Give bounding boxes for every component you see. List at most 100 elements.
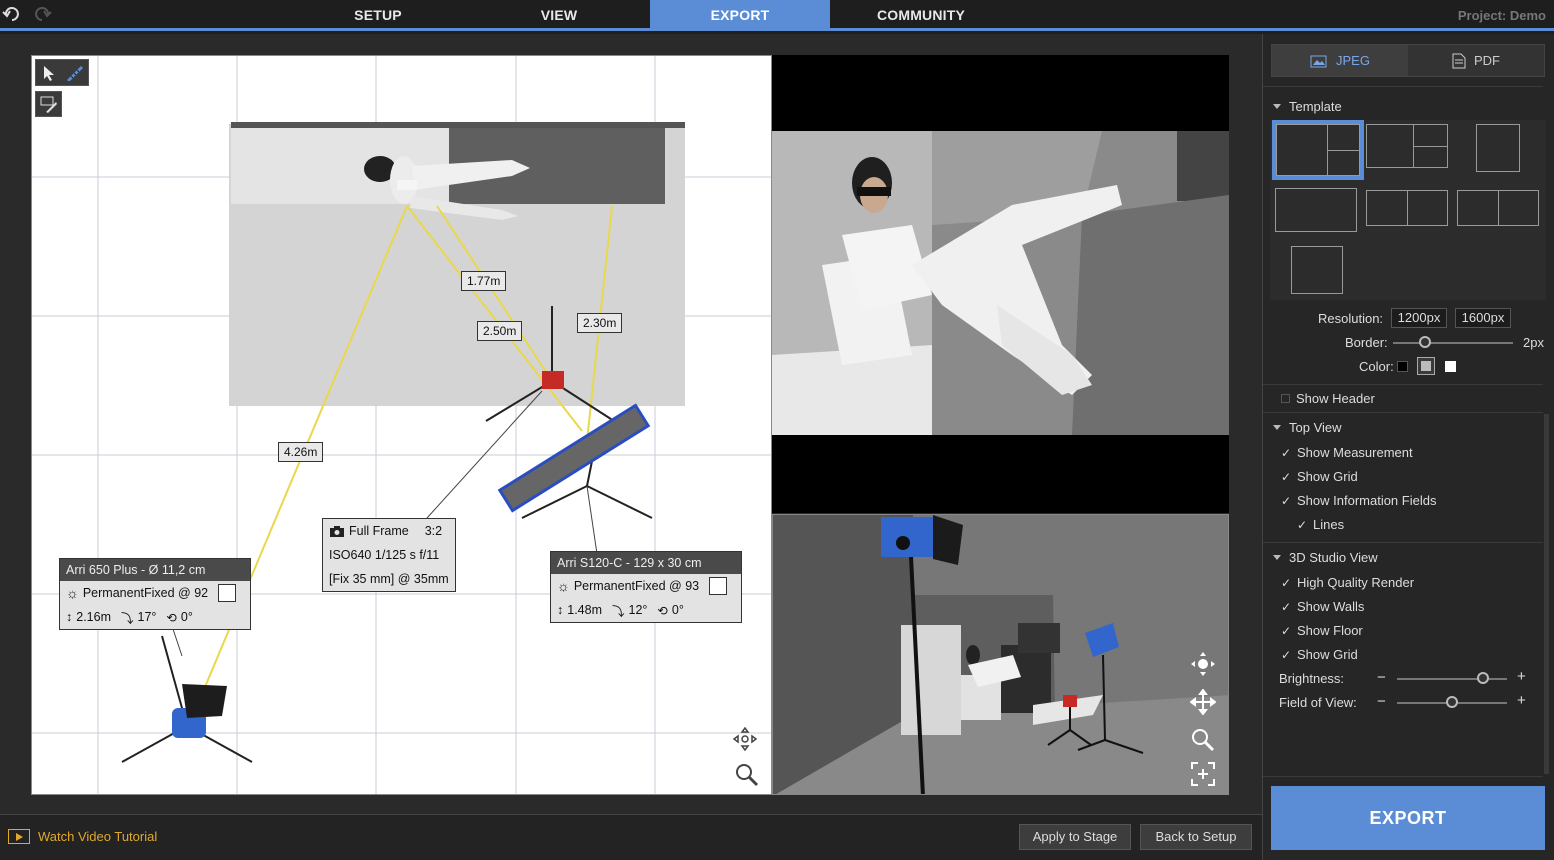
light-title: Arri 650 Plus - Ø 11,2 cm — [60, 559, 250, 581]
fov-plus-button[interactable]: + — [1517, 692, 1526, 709]
annotate-tool[interactable] — [35, 91, 62, 117]
distance-label: 2.30m — [577, 313, 623, 333]
sun-icon: ☼ — [66, 585, 79, 601]
zoom-icon[interactable] — [1190, 727, 1216, 753]
template-option[interactable] — [1272, 120, 1364, 180]
brightness-minus-button[interactable]: − — [1377, 669, 1386, 686]
collapse-icon — [1273, 104, 1281, 109]
check-icon: ✓ — [1281, 623, 1292, 638]
rotation-icon: ⟲ — [166, 610, 177, 625]
studio-render — [773, 515, 1228, 794]
fov-minus-button[interactable]: − — [1377, 693, 1386, 710]
show-walls-checkbox[interactable]: ✓ Show Walls — [1281, 599, 1364, 614]
height-icon: ↕ — [66, 610, 73, 624]
border-label: Border: — [1345, 335, 1388, 350]
high-quality-render-checkbox[interactable]: ✓ High Quality Render — [1281, 575, 1414, 590]
fit-view-icon[interactable] — [1190, 761, 1216, 787]
redo-icon[interactable] — [30, 6, 52, 24]
show-grid-checkbox[interactable]: ✓ Show Grid — [1281, 469, 1358, 484]
check-icon: ✓ — [1297, 517, 1308, 532]
color-swatch[interactable] — [709, 577, 728, 595]
tab-setup[interactable]: SETUP — [288, 0, 468, 31]
show-header-checkbox[interactable]: Show Header — [1281, 391, 1375, 406]
apply-to-stage-button[interactable]: Apply to Stage — [1019, 824, 1131, 850]
template-option[interactable] — [1366, 124, 1448, 168]
color-swatch[interactable] — [218, 584, 237, 602]
border-slider-knob[interactable] — [1419, 336, 1432, 348]
fov-slider-knob[interactable] — [1446, 696, 1458, 708]
color-gray-swatch[interactable] — [1417, 357, 1435, 375]
tab-export[interactable]: EXPORT — [650, 0, 830, 31]
tab-community[interactable]: COMMUNITY — [831, 0, 1011, 31]
border-slider[interactable] — [1393, 342, 1513, 344]
template-option[interactable] — [1366, 190, 1448, 226]
light-info-box-s120[interactable]: Arri S120-C - 129 x 30 cm ☼ PermanentFix… — [550, 551, 742, 623]
template-option[interactable] — [1291, 246, 1343, 294]
color-label: Color: — [1359, 359, 1394, 374]
ruler-icon[interactable] — [66, 65, 84, 81]
color-black-swatch[interactable] — [1397, 361, 1408, 372]
check-icon: ✓ — [1281, 575, 1292, 590]
option-label: Show Measurement — [1297, 445, 1413, 460]
collapse-icon — [1273, 555, 1281, 560]
option-label: Show Header — [1296, 391, 1375, 406]
format-jpeg-button[interactable]: JPEG — [1272, 45, 1408, 76]
lines-checkbox[interactable]: ✓ Lines — [1297, 517, 1344, 532]
format-toggle: JPEG PDF — [1271, 44, 1545, 77]
select-arrow-icon[interactable] — [43, 65, 55, 81]
studio-3d-view[interactable] — [772, 514, 1229, 795]
move-icon[interactable] — [1190, 689, 1216, 715]
project-name: Project: Demo — [1457, 8, 1546, 23]
back-to-setup-button[interactable]: Back to Setup — [1140, 824, 1252, 850]
template-option[interactable] — [1457, 190, 1539, 226]
template-option[interactable] — [1476, 124, 1520, 172]
template-option[interactable] — [1275, 188, 1357, 232]
option-label: High Quality Render — [1297, 575, 1415, 590]
light-info-box-arri650[interactable]: Arri 650 Plus - Ø 11,2 cm ☼ PermanentFix… — [59, 558, 251, 630]
top-view-section-header[interactable]: Top View — [1273, 420, 1342, 435]
border-value: 2px — [1523, 335, 1544, 350]
export-button[interactable]: EXPORT — [1271, 786, 1545, 850]
resolution-label: Resolution: — [1318, 311, 1384, 326]
pan-icon[interactable] — [732, 726, 758, 752]
studio-view-section-header[interactable]: 3D Studio View — [1273, 550, 1378, 565]
camera-info-box[interactable]: Full Frame 3:2 ISO640 1/125 s f/11 [Fix … — [322, 518, 456, 592]
top-view-canvas[interactable]: 1.77m 2.50m 2.30m 4.26m Full Frame 3:2 I… — [31, 55, 772, 795]
resolution-1200-button[interactable]: 1200px — [1391, 308, 1447, 328]
tab-view[interactable]: VIEW — [469, 0, 649, 31]
top-bar: SETUP VIEW EXPORT COMMUNITY Project: Dem… — [0, 0, 1554, 31]
light-tilt: 12° — [628, 603, 648, 617]
brightness-plus-button[interactable]: + — [1517, 668, 1526, 685]
checkbox-icon — [1281, 394, 1290, 403]
red-light-top — [542, 371, 564, 389]
show-grid-3d-checkbox[interactable]: ✓ Show Grid — [1281, 647, 1358, 662]
tilt-icon: ⤵ — [121, 611, 134, 626]
orbit-icon[interactable] — [1190, 651, 1216, 677]
show-measurement-checkbox[interactable]: ✓ Show Measurement — [1281, 445, 1413, 460]
bottom-bar: Watch Video Tutorial Apply to Stage Back… — [0, 814, 1262, 860]
collapse-icon — [1273, 425, 1281, 430]
option-label: Lines — [1313, 517, 1345, 532]
sensor-label: Full Frame — [349, 524, 409, 538]
brightness-slider-knob[interactable] — [1476, 672, 1489, 684]
undo-icon[interactable] — [2, 6, 24, 24]
light-rotation: 0° — [180, 610, 193, 624]
template-grid — [1270, 120, 1546, 300]
show-information-fields-checkbox[interactable]: ✓ Show Information Fields — [1281, 493, 1436, 508]
video-tutorial-link[interactable]: Watch Video Tutorial — [8, 829, 157, 844]
zoom-icon[interactable] — [734, 762, 760, 788]
resolution-1600-button[interactable]: 1600px — [1455, 308, 1511, 328]
color-white-swatch[interactable] — [1445, 361, 1456, 372]
format-pdf-button[interactable]: PDF — [1408, 45, 1544, 76]
brightness-slider[interactable] — [1397, 678, 1507, 680]
panel-scrollbar[interactable] — [1544, 414, 1549, 774]
play-icon — [8, 829, 30, 844]
photo-render — [772, 131, 1229, 435]
exposure-info: ISO640 1/125 s f/11 — [329, 548, 440, 562]
show-floor-checkbox[interactable]: ✓ Show Floor — [1281, 623, 1363, 638]
sun-icon: ☼ — [557, 578, 570, 594]
check-icon: ✓ — [1281, 647, 1292, 662]
tool-group — [35, 59, 89, 86]
template-section-header[interactable]: Template — [1273, 99, 1342, 114]
light-tilt: 17° — [137, 610, 157, 624]
